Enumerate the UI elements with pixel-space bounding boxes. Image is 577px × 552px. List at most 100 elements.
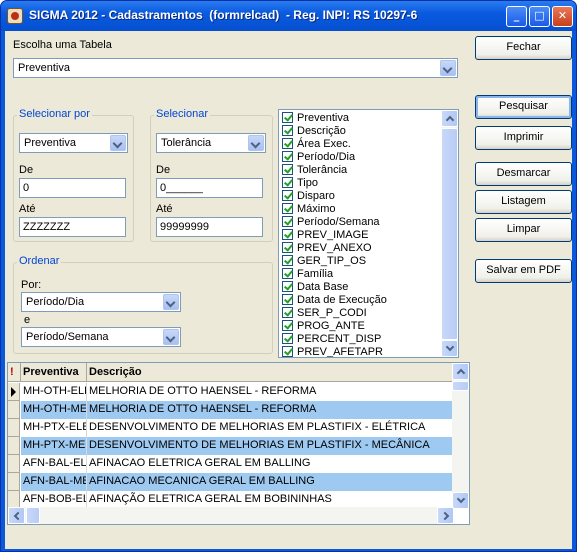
cell-preventiva[interactable]: MH-PTX-MEC bbox=[21, 437, 87, 455]
chevron-down-icon[interactable] bbox=[248, 135, 264, 151]
scroll-thumb[interactable] bbox=[441, 128, 458, 340]
cell-descricao[interactable]: AFINACAO ELETRICA GERAL EM BALLING bbox=[87, 455, 454, 473]
cell-descricao[interactable]: MELHORIA DE OTTO HAENSEL - REFORMA bbox=[87, 383, 454, 401]
campo-checkbox-item[interactable]: Período/Semana bbox=[282, 216, 380, 229]
scroll-down-icon[interactable] bbox=[441, 340, 458, 357]
scroll-up-icon[interactable] bbox=[452, 363, 469, 380]
chevron-down-icon[interactable] bbox=[110, 135, 126, 151]
cell-preventiva[interactable]: MH-OTH-ELE bbox=[21, 383, 87, 401]
campo-checkbox-item[interactable]: PROG_ANTE bbox=[282, 320, 365, 333]
pesquisar-button[interactable]: Pesquisar bbox=[475, 95, 572, 119]
campo-checkbox-item[interactable]: Preventiva bbox=[282, 112, 349, 125]
campo-checkbox-item[interactable]: Disparo bbox=[282, 190, 335, 203]
checkbox-checked-icon[interactable] bbox=[282, 333, 293, 344]
table-row[interactable]: MH-OTH-MECMELHORIA DE OTTO HAENSEL - REF… bbox=[8, 401, 454, 419]
cell-preventiva[interactable]: AFN-BAL-MEC bbox=[21, 473, 87, 491]
ordenar-e-combo[interactable]: Período/Semana bbox=[21, 327, 181, 347]
campo-checkbox-item[interactable]: Descrição bbox=[282, 125, 346, 138]
campos-checklist[interactable]: Preventiva Descrição Área Exec. Período/Dia… bbox=[278, 109, 459, 358]
checkbox-checked-icon[interactable] bbox=[282, 203, 293, 214]
scroll-thumb[interactable] bbox=[26, 507, 40, 524]
campo-checkbox-item[interactable]: Data Base bbox=[282, 281, 348, 294]
table-row[interactable]: AFN-BAL-MECAFINACAO MECANICA GERAL EM BA… bbox=[8, 473, 454, 491]
checkbox-checked-icon[interactable] bbox=[282, 294, 293, 305]
campo-checkbox-item[interactable]: Máximo bbox=[282, 203, 336, 216]
chevron-down-icon[interactable] bbox=[163, 329, 179, 345]
checkbox-checked-icon[interactable] bbox=[282, 125, 293, 136]
checkbox-checked-icon[interactable] bbox=[282, 255, 293, 266]
chevron-down-icon[interactable] bbox=[163, 294, 179, 310]
campo-checkbox-item[interactable]: Tolerância bbox=[282, 164, 347, 177]
checkbox-checked-icon[interactable] bbox=[282, 320, 293, 331]
table-row[interactable]: AFN-BAL-ELE AFINACAO ELETRICA GERAL EM BA… bbox=[8, 455, 454, 473]
campo-checkbox-item[interactable]: Data de Execução bbox=[282, 294, 387, 307]
grid-vertical-scrollbar[interactable] bbox=[452, 363, 469, 509]
campo-checkbox-item[interactable]: PERCENT_DISP bbox=[282, 333, 381, 346]
checkbox-checked-icon[interactable] bbox=[282, 190, 293, 201]
row-selector[interactable] bbox=[8, 473, 20, 491]
campo-checkbox-item[interactable]: Área Exec. bbox=[282, 138, 351, 151]
desmarcar-button[interactable]: Desmarcar bbox=[475, 162, 572, 186]
checkbox-checked-icon[interactable] bbox=[282, 242, 293, 253]
de-input[interactable]: 0______ bbox=[156, 178, 263, 198]
chevron-down-icon[interactable] bbox=[440, 60, 456, 76]
checkbox-checked-icon[interactable] bbox=[282, 346, 293, 357]
salvar-pdf-button[interactable]: Salvar em PDF bbox=[475, 259, 572, 283]
row-selector[interactable] bbox=[8, 437, 20, 455]
checkbox-checked-icon[interactable] bbox=[282, 268, 293, 279]
ate-input[interactable]: ZZZZZZZ bbox=[19, 217, 126, 237]
table-row[interactable]: MH-OTH-ELE MELHORIA DE OTTO HAENSEL - REF… bbox=[8, 383, 454, 401]
scroll-down-icon[interactable] bbox=[452, 492, 469, 509]
checkbox-checked-icon[interactable] bbox=[282, 307, 293, 318]
table-row[interactable]: MH-PTX-MEC DESENVOLVIMENTO DE MELHORIAS E… bbox=[8, 437, 454, 455]
campo-checkbox-item[interactable]: PREV_ANEXO bbox=[282, 242, 372, 255]
cell-preventiva[interactable]: MH-PTX-ELE bbox=[21, 419, 87, 437]
scroll-left-icon[interactable] bbox=[8, 507, 25, 524]
row-selector[interactable] bbox=[8, 419, 20, 437]
row-selector[interactable] bbox=[8, 455, 20, 473]
checkbox-checked-icon[interactable] bbox=[282, 216, 293, 227]
column-header-descricao[interactable]: Descrição bbox=[87, 363, 454, 382]
ordenar-por-combo[interactable]: Período/Dia bbox=[21, 292, 181, 312]
title-bar[interactable]: SIGMA 2012 - Cadastramentos (formrelcad)… bbox=[1, 1, 576, 31]
checkbox-checked-icon[interactable] bbox=[282, 177, 293, 188]
current-row-arrow-icon[interactable] bbox=[8, 383, 20, 401]
de-input[interactable]: 0 bbox=[19, 178, 126, 198]
imprimir-button[interactable]: Imprimir bbox=[475, 126, 572, 150]
checkbox-checked-icon[interactable] bbox=[282, 138, 293, 149]
table-row[interactable]: MH-PTX-ELE DESENVOLVIMENTO DE MELHORIAS E… bbox=[8, 419, 454, 437]
fechar-button[interactable]: Fechar bbox=[475, 36, 572, 60]
row-selector[interactable] bbox=[8, 401, 20, 419]
scroll-right-icon[interactable] bbox=[437, 507, 454, 524]
listagem-button[interactable]: Listagem bbox=[475, 190, 572, 214]
checkbox-checked-icon[interactable] bbox=[282, 151, 293, 162]
column-header-preventiva[interactable]: Preventiva bbox=[21, 363, 87, 382]
campo-checkbox-item[interactable]: SER_P_CODI bbox=[282, 307, 367, 320]
checkbox-checked-icon[interactable] bbox=[282, 164, 293, 175]
cell-preventiva[interactable]: AFN-BAL-ELE bbox=[21, 455, 87, 473]
grid-horizontal-scrollbar[interactable] bbox=[8, 507, 454, 524]
ate-input[interactable]: 99999999 bbox=[156, 217, 263, 237]
campo-checkbox-item[interactable]: Período/Dia bbox=[282, 151, 355, 164]
scroll-thumb[interactable] bbox=[452, 381, 469, 391]
cell-descricao[interactable]: DESENVOLVIMENTO DE MELHORIAS EM PLASTIFI… bbox=[87, 419, 454, 437]
cell-descricao[interactable]: AFINACAO MECANICA GERAL EM BALLING bbox=[87, 473, 454, 491]
checkbox-checked-icon[interactable] bbox=[282, 229, 293, 240]
checkbox-checked-icon[interactable] bbox=[282, 281, 293, 292]
minimize-button[interactable]: _ bbox=[506, 6, 527, 27]
app-icon[interactable] bbox=[7, 8, 23, 24]
campo-checkbox-item[interactable]: PREV_IMAGE bbox=[282, 229, 369, 242]
scroll-up-icon[interactable] bbox=[441, 110, 458, 127]
cell-preventiva[interactable]: MH-OTH-MEC bbox=[21, 401, 87, 419]
results-grid[interactable]: ! Preventiva Descrição MH-OTH-ELE MELHORI… bbox=[7, 362, 470, 525]
maximize-button[interactable]: □ bbox=[529, 6, 550, 27]
cell-descricao[interactable]: MELHORIA DE OTTO HAENSEL - REFORMA bbox=[87, 401, 454, 419]
campo-checkbox-item[interactable]: Tipo bbox=[282, 177, 318, 190]
checkbox-checked-icon[interactable] bbox=[282, 112, 293, 123]
campo-checkbox-item[interactable]: PREV_AFETAPR bbox=[282, 346, 383, 357]
checklist-scrollbar[interactable] bbox=[441, 110, 458, 357]
limpar-button[interactable]: Limpar bbox=[475, 218, 572, 242]
cell-descricao[interactable]: DESENVOLVIMENTO DE MELHORIAS EM PLASTIFI… bbox=[87, 437, 454, 455]
campo-checkbox-item[interactable]: GER_TIP_OS bbox=[282, 255, 366, 268]
campo-checkbox-item[interactable]: Família bbox=[282, 268, 333, 281]
